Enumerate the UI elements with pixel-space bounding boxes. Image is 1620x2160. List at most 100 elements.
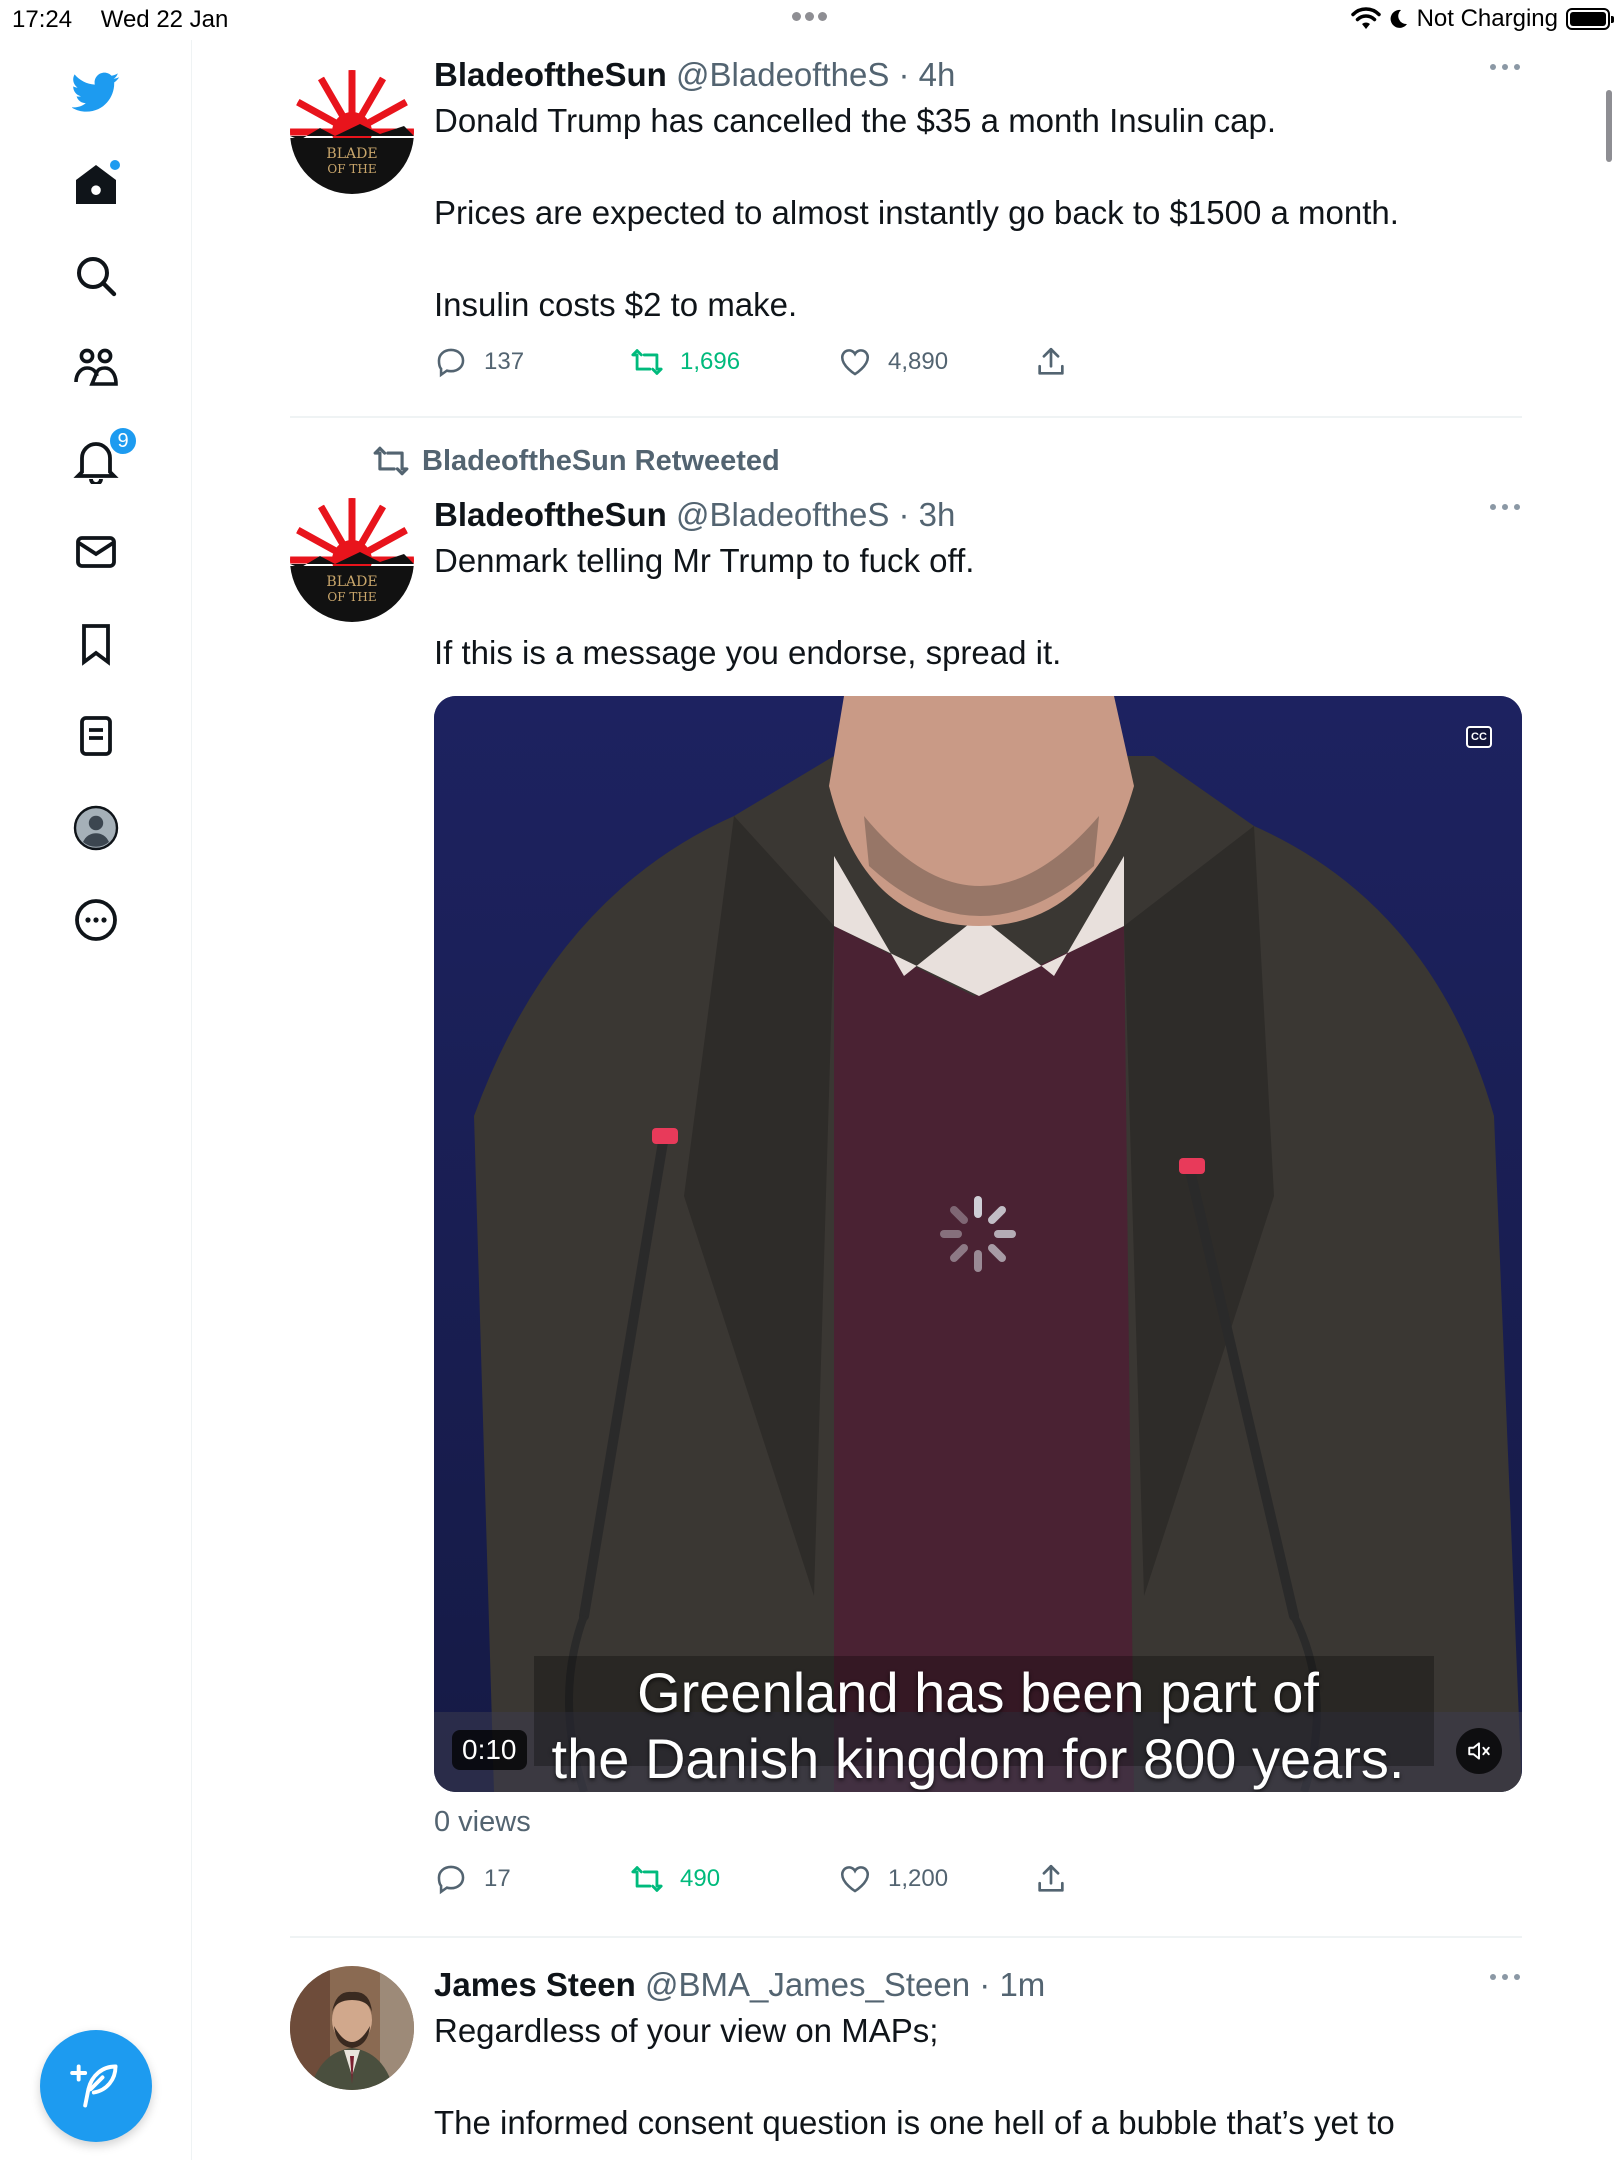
status-left: 17:24 Wed 22 Jan bbox=[12, 6, 250, 34]
author-handle-time[interactable]: @BladeoftheS · 3h bbox=[676, 496, 955, 533]
tweet-text-paragraph: Denmark telling Mr Trump to fuck off. bbox=[434, 542, 975, 579]
reply-icon bbox=[437, 348, 465, 378]
reply-count: 137 bbox=[484, 348, 525, 375]
avatar[interactable]: BLADE OF THE bbox=[290, 70, 414, 194]
view-count: 0 views bbox=[434, 1806, 531, 1838]
author-name[interactable]: BladeoftheSun bbox=[434, 496, 667, 533]
share-icon bbox=[1038, 1864, 1064, 1892]
more-options-icon[interactable] bbox=[1490, 1974, 1520, 1984]
reply-button[interactable]: 137 bbox=[434, 342, 524, 382]
tweet-body: James Steen @BMA_James_Steen · 1m Regard… bbox=[434, 1964, 1522, 2146]
retweet-button[interactable]: 1,696 bbox=[630, 342, 740, 382]
status-right: Not Charging bbox=[1350, 5, 1614, 33]
like-button[interactable]: 4,890 bbox=[838, 342, 948, 382]
tweet-text-paragraph: If this is a message you endorse, spread… bbox=[434, 634, 1062, 671]
status-date: Wed 22 Jan bbox=[100, 6, 229, 33]
lists-icon[interactable] bbox=[66, 706, 126, 766]
compose-tweet-button[interactable] bbox=[40, 2030, 152, 2142]
sidebar: 9 bbox=[0, 40, 192, 2160]
tweet-text: Donald Trump has cancelled the $35 a mon… bbox=[434, 98, 1522, 328]
svg-text:OF THE: OF THE bbox=[327, 590, 376, 604]
loading-spinner-icon bbox=[940, 1196, 1016, 1272]
communities-icon[interactable] bbox=[66, 338, 126, 398]
tweet-header: BladeoftheSun @BladeoftheS · 4h bbox=[434, 54, 1522, 96]
mail-icon[interactable] bbox=[66, 522, 126, 582]
svg-text:OF THE: OF THE bbox=[327, 162, 376, 176]
mute-button[interactable] bbox=[1456, 1728, 1502, 1774]
heart-icon bbox=[840, 349, 870, 376]
battery-status-text: Not Charging bbox=[1416, 5, 1558, 32]
retweet-button[interactable]: 490 bbox=[630, 1859, 720, 1899]
share-button[interactable] bbox=[1034, 1859, 1068, 1899]
tweet-header: BladeoftheSun @BladeoftheS · 3h bbox=[434, 494, 1522, 536]
tweet-body: BladeoftheSun @BladeoftheS · 4h Donald T… bbox=[434, 54, 1522, 382]
share-button[interactable] bbox=[1034, 342, 1068, 382]
video-duration: 0:10 bbox=[452, 1730, 527, 1770]
bell-icon[interactable]: 9 bbox=[66, 426, 138, 490]
moon-icon bbox=[1390, 9, 1407, 28]
tweet-text: Regardless of your view on MAPs; The inf… bbox=[434, 2008, 1522, 2146]
tweet-actions: 137 1,696 4,890 bbox=[434, 342, 1522, 382]
closed-captions-button[interactable]: CC bbox=[1466, 726, 1492, 748]
author-handle-time[interactable]: @BMA_James_Steen · 1m bbox=[645, 1966, 1045, 2003]
like-button[interactable]: 1,200 bbox=[838, 1859, 948, 1899]
search-icon[interactable] bbox=[66, 246, 126, 306]
tweet[interactable]: BLADE OF THE BladeoftheSun @BladeoftheS … bbox=[290, 54, 1522, 404]
author-name[interactable]: James Steen bbox=[434, 1966, 636, 2003]
notification-badge: 9 bbox=[108, 426, 138, 456]
tweet-body: BladeoftheSun @BladeoftheS · 3h Denmark … bbox=[434, 494, 1522, 1899]
video-subtitle-line1: Greenland has been part of bbox=[637, 1661, 1319, 1724]
more-circle-icon[interactable] bbox=[66, 890, 126, 950]
retweeted-by-label: BladeoftheSun Retweeted bbox=[422, 444, 780, 477]
wifi-icon bbox=[1350, 7, 1381, 29]
like-count: 4,890 bbox=[888, 348, 949, 375]
feather-plus-icon bbox=[70, 2064, 118, 2108]
tweet-text-paragraph: Insulin costs $2 to make. bbox=[434, 286, 798, 323]
tweet-divider bbox=[290, 1936, 1522, 1938]
retweeted-by[interactable]: BladeoftheSun Retweeted bbox=[372, 442, 780, 480]
retweet-count: 1,696 bbox=[680, 348, 741, 375]
avatar[interactable] bbox=[290, 1966, 414, 2090]
timeline[interactable]: BLADE OF THE BladeoftheSun @BladeoftheS … bbox=[192, 40, 1620, 2160]
retweet-icon bbox=[373, 446, 409, 476]
status-time: 17:24 bbox=[12, 6, 73, 33]
tweet-text-paragraph: Donald Trump has cancelled the $35 a mon… bbox=[434, 102, 1277, 139]
more-options-icon[interactable] bbox=[1490, 64, 1520, 74]
svg-text:BLADE: BLADE bbox=[326, 574, 377, 590]
more-options-icon[interactable] bbox=[1490, 504, 1520, 514]
tweet-text-paragraph: Prices are expected to almost instantly … bbox=[434, 194, 1399, 231]
heart-icon bbox=[840, 1866, 870, 1893]
profile-icon[interactable] bbox=[66, 798, 126, 858]
reply-button[interactable]: 17 bbox=[434, 1859, 511, 1899]
like-count: 1,200 bbox=[888, 1865, 949, 1892]
share-icon bbox=[1038, 347, 1064, 375]
tweet-text-paragraph: Regardless of your view on MAPs; bbox=[434, 2012, 939, 2049]
tweet-header: James Steen @BMA_James_Steen · 1m bbox=[434, 1964, 1522, 2006]
tweet-divider bbox=[290, 416, 1522, 418]
tweet[interactable]: BLADE OF THE BladeoftheSun @BladeoftheS … bbox=[290, 494, 1522, 1944]
bookmark-icon[interactable] bbox=[66, 614, 126, 674]
tweet-text-paragraph: The informed consent question is one hel… bbox=[434, 2104, 1395, 2141]
reply-count: 17 bbox=[484, 1865, 511, 1892]
author-name[interactable]: BladeoftheSun bbox=[434, 56, 667, 93]
video-player[interactable]: CC Greenland has been part of the Danish… bbox=[434, 696, 1522, 1792]
retweet-icon bbox=[631, 349, 663, 375]
reply-icon bbox=[437, 1865, 465, 1895]
avatar[interactable]: BLADE OF THE bbox=[290, 498, 414, 622]
scrollbar[interactable] bbox=[1606, 90, 1612, 162]
status-bar: 17:24 Wed 22 Jan Not Charging bbox=[0, 0, 1620, 40]
multitasking-dots-icon[interactable] bbox=[790, 8, 829, 26]
tweet[interactable]: James Steen @BMA_James_Steen · 1m Regard… bbox=[290, 1964, 1522, 2160]
battery-icon bbox=[1566, 8, 1614, 30]
home-notification-dot bbox=[110, 160, 120, 170]
tweet-actions: 17 490 1,200 bbox=[434, 1859, 1522, 1899]
twitter-logo-icon[interactable] bbox=[66, 62, 126, 122]
tweet-text: Denmark telling Mr Trump to fuck off. If… bbox=[434, 538, 1522, 676]
video-subtitle-line2: the Danish kingdom for 800 years. bbox=[551, 1727, 1405, 1790]
retweet-icon bbox=[631, 1866, 663, 1892]
home-icon[interactable] bbox=[66, 154, 126, 214]
retweet-count: 490 bbox=[680, 1865, 721, 1892]
muted-speaker-icon bbox=[1468, 1742, 1490, 1760]
svg-text:BLADE: BLADE bbox=[326, 146, 377, 162]
author-handle-time[interactable]: @BladeoftheS · 4h bbox=[676, 56, 955, 93]
